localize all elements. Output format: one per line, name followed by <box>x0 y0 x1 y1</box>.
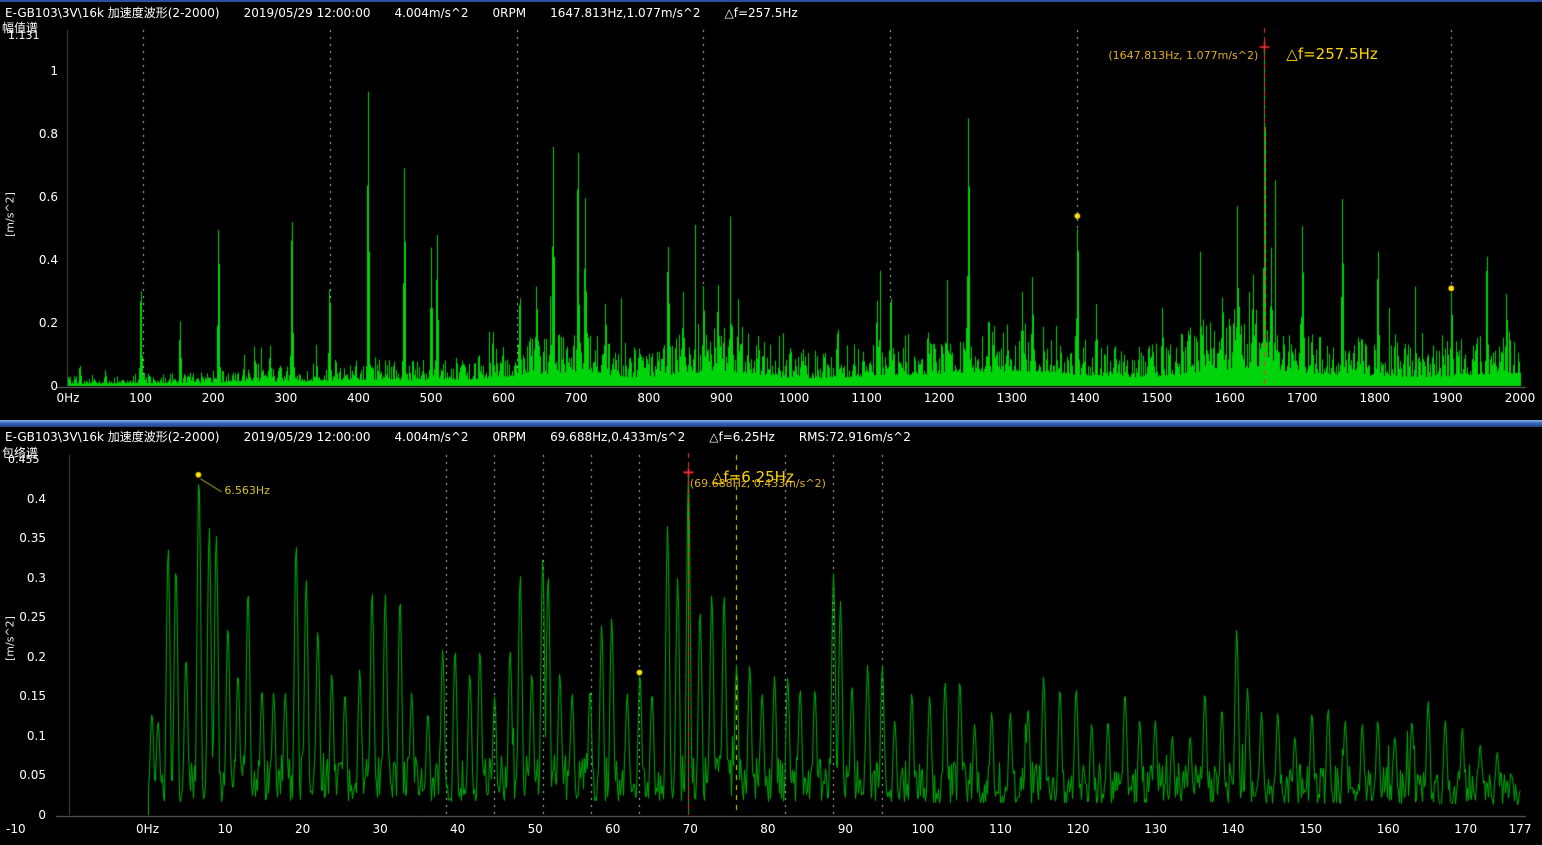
x-tick-label: 400 <box>328 391 388 405</box>
y-tick-label: 0.2 <box>8 316 58 330</box>
x-tick-label: 40 <box>428 822 488 836</box>
envelope-spectrum-plot[interactable] <box>0 446 1542 845</box>
y-tick-label: 0.6 <box>8 190 58 204</box>
rms-readout-bottom: RMS:72.916m/s^2 <box>799 430 911 444</box>
x-tick-label: 700 <box>546 391 606 405</box>
delta-annotation-top: △f=257.5Hz <box>1286 45 1377 63</box>
overall-value-bottom: 4.004m/s^2 <box>395 430 469 444</box>
datetime-top: 2019/05/29 12:00:00 <box>244 6 371 20</box>
x-tick-label: 150 <box>1281 822 1341 836</box>
cursor-readout-top: 1647.813Hz,1.077m/s^2 <box>550 6 700 20</box>
window-top-border <box>0 0 1542 2</box>
y-tick-label: 0 <box>0 808 46 822</box>
x-tick-label: 1800 <box>1345 391 1405 405</box>
overall-value-top: 4.004m/s^2 <box>395 6 469 20</box>
y-tick-label: 0 <box>8 379 58 393</box>
y-tick-label: 0.3 <box>0 571 46 585</box>
x-tick-label: 900 <box>691 391 751 405</box>
y-tick-label: 0.05 <box>0 768 46 782</box>
x-tick-label: 80 <box>738 822 798 836</box>
x-tick-label: 20 <box>273 822 333 836</box>
delta-f-readout-top: △f=257.5Hz <box>725 6 798 20</box>
x-tick-label: 1200 <box>909 391 969 405</box>
x-tick-label: 177 <box>1490 822 1542 836</box>
x-tick-label: 170 <box>1436 822 1496 836</box>
delta-annotation-bottom: △f=6.25Hz <box>712 468 794 486</box>
datetime-bottom: 2019/05/29 12:00:00 <box>244 430 371 444</box>
channel-title-bottom: E-GB103\3V\16k 加速度波形(2-2000) <box>5 428 220 445</box>
x-tick-label: -10 <box>6 822 46 836</box>
y-tick-label: 0.4 <box>0 492 46 506</box>
x-tick-label: 120 <box>1048 822 1108 836</box>
x-tick-label: 2000 <box>1490 391 1542 405</box>
envelope-chart-header: E-GB103\3V\16k 加速度波形(2-2000) 2019/05/29 … <box>0 428 911 445</box>
vibration-spectrum-analyzer-window: E-GB103\3V\16k 加速度波形(2-2000) 2019/05/29 … <box>0 0 1542 845</box>
y-tick-label: 0.2 <box>0 650 46 664</box>
x-tick-label: 1500 <box>1127 391 1187 405</box>
y-max-value-bottom: 0.455 <box>8 453 40 466</box>
y-tick-label: 0.35 <box>0 531 46 545</box>
x-tick-label: 1100 <box>837 391 897 405</box>
y-tick-label: 0.25 <box>0 610 46 624</box>
y-tick-label: 0.8 <box>8 127 58 141</box>
x-tick-label: 1600 <box>1200 391 1260 405</box>
amplitude-chart-header: E-GB103\3V\16k 加速度波形(2-2000) 2019/05/29 … <box>0 4 798 21</box>
x-tick-label: 300 <box>256 391 316 405</box>
x-tick-label: 140 <box>1203 822 1263 836</box>
x-tick-label: 1300 <box>982 391 1042 405</box>
x-tick-label: 500 <box>401 391 461 405</box>
x-tick-label: 1700 <box>1272 391 1332 405</box>
x-tick-label: 600 <box>474 391 534 405</box>
y-tick-label: 1 <box>8 64 58 78</box>
x-tick-label: 60 <box>583 822 643 836</box>
x-tick-label: 1400 <box>1054 391 1114 405</box>
rpm-value-bottom: 0RPM <box>493 430 527 444</box>
y-tick-label: 0.1 <box>0 729 46 743</box>
pane-splitter[interactable] <box>0 420 1542 427</box>
x-tick-label: 130 <box>1126 822 1186 836</box>
x-tick-label: 800 <box>619 391 679 405</box>
x-tick-label: 1000 <box>764 391 824 405</box>
x-tick-label: 100 <box>893 822 953 836</box>
peak-frequency-annotation: 6.563Hz <box>224 484 270 497</box>
delta-f-readout-bottom: △f=6.25Hz <box>709 430 775 444</box>
x-tick-label: 100 <box>111 391 171 405</box>
x-tick-label: 10 <box>195 822 255 836</box>
y-tick-label: 0.4 <box>8 253 58 267</box>
x-tick-label: 0Hz <box>38 391 98 405</box>
cursor-readout-bottom: 69.688Hz,0.433m/s^2 <box>550 430 685 444</box>
x-tick-label: 160 <box>1358 822 1418 836</box>
cursor-annotation-top: (1647.813Hz, 1.077m/s^2) <box>1092 49 1258 62</box>
y-tick-label: 0.15 <box>0 689 46 703</box>
x-tick-label: 110 <box>970 822 1030 836</box>
x-tick-label: 50 <box>505 822 565 836</box>
x-tick-label: 0Hz <box>118 822 178 836</box>
x-tick-label: 90 <box>815 822 875 836</box>
rpm-value-top: 0RPM <box>493 6 527 20</box>
x-tick-label: 200 <box>183 391 243 405</box>
y-max-value-top: 1.131 <box>8 29 40 42</box>
amplitude-spectrum-plot[interactable] <box>0 22 1542 420</box>
x-tick-label: 1900 <box>1417 391 1477 405</box>
x-tick-label: 30 <box>350 822 410 836</box>
x-tick-label: 70 <box>660 822 720 836</box>
